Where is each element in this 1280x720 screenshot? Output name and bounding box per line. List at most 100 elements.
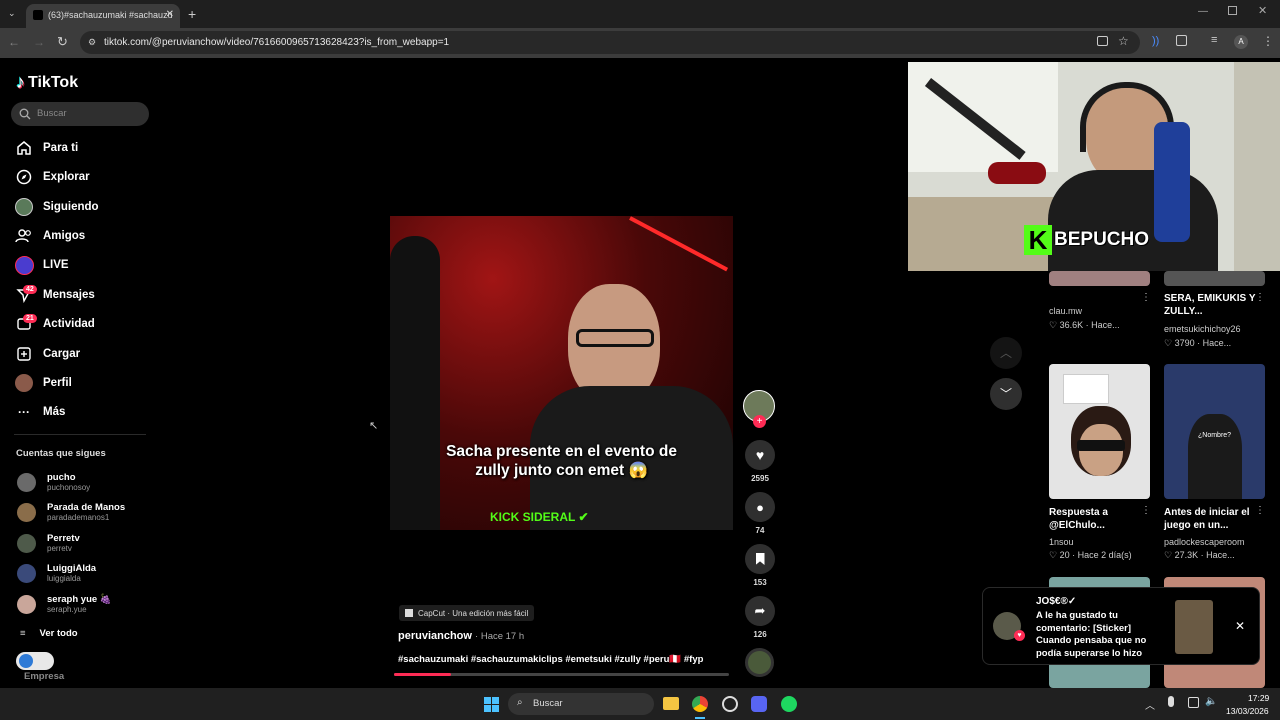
more-options-icon[interactable]: ⋮ (1255, 292, 1265, 303)
next-video-button[interactable]: ﹀ (990, 378, 1022, 410)
recommendation-title[interactable]: Antes de iniciar el juego en un... (1164, 506, 1258, 532)
recommendation-thumbnail[interactable] (1049, 271, 1150, 286)
discord-icon[interactable] (751, 696, 767, 712)
chevron-down-icon: ﹀ (999, 387, 1012, 401)
chrome-icon[interactable] (692, 696, 708, 712)
bookmark-star-icon[interactable]: ☆ (1118, 34, 1129, 48)
share-action[interactable]: ➦ 126 (744, 596, 776, 639)
site-info-icon[interactable]: ⚙ (88, 37, 96, 48)
recommendation-thumbnail[interactable] (1049, 364, 1150, 499)
more-options-icon[interactable]: ⋮ (1255, 505, 1265, 516)
messages-badge: 42 (23, 285, 37, 294)
nav-item-live[interactable]: LIVE (14, 253, 69, 277)
recommendation-author[interactable]: padlockescaperoom (1164, 537, 1245, 547)
nav-item-para-ti[interactable]: Para ti (14, 136, 78, 160)
share-button[interactable]: ➦ (745, 596, 775, 626)
forward-icon[interactable]: → (33, 35, 45, 49)
follow-plus-icon[interactable]: + (753, 415, 766, 428)
browser-tab[interactable]: (63)#sachauzumaki #sachauzu ✕ (26, 4, 180, 28)
tray-app-icon[interactable] (1188, 697, 1199, 708)
profile-avatar-icon[interactable]: A (1234, 35, 1248, 49)
more-options-icon[interactable]: ⋮ (1141, 505, 1151, 516)
close-tab-icon[interactable]: ✕ (166, 9, 174, 20)
nav-item-siguiendo[interactable]: Siguiendo (14, 195, 99, 219)
maximize-button[interactable] (1228, 6, 1237, 15)
following-item[interactable]: pucho puchonosoy (17, 470, 90, 494)
back-icon[interactable]: ← (8, 35, 20, 49)
chair (1154, 122, 1190, 242)
following-name: Parada de Manos (47, 502, 126, 513)
url-bar[interactable]: ⚙ tiktok.com/@peruvianchow/video/7616600… (80, 31, 1140, 54)
spotify-icon[interactable] (781, 696, 797, 712)
watermark-text: KICK SIDERAL (490, 510, 576, 524)
tiktok-logo[interactable]: ♪ TikTok (16, 72, 78, 93)
nav-item-mas[interactable]: ··· Más (14, 400, 65, 424)
nav-label: Mensajes (43, 289, 95, 301)
extension-icon[interactable]: )) (1152, 35, 1159, 47)
taskbar-date[interactable]: 13/03/2026 (1226, 706, 1269, 716)
tab-list-icon[interactable]: ⌄ (8, 8, 20, 20)
video-player[interactable]: Sacha presente en el evento de zully jun… (390, 216, 733, 530)
recommendation-title[interactable]: SERA, EMIKUKIS Y ZULLY... (1164, 292, 1260, 318)
like-action[interactable]: ♥ 2595 (744, 440, 776, 483)
browser-tab-bar: ⌄ (63)#sachauzumaki #sachauzu ✕ + — ✕ (0, 0, 1280, 28)
comment-action[interactable]: ● 74 (744, 492, 776, 535)
file-explorer-icon[interactable] (663, 697, 679, 710)
windows-start-icon[interactable] (484, 697, 499, 712)
save-action[interactable]: 153 (744, 544, 776, 587)
following-item[interactable]: Perretv perretv (17, 531, 80, 555)
obs-icon[interactable] (722, 696, 738, 712)
following-item[interactable]: Parada de Manos paradademanos1 (17, 500, 125, 524)
save-button[interactable] (745, 544, 775, 574)
comment-button[interactable]: ● (745, 492, 775, 522)
capcut-badge[interactable]: CapCut · Una edición más fácil (399, 605, 535, 621)
nav-label: Para ti (43, 142, 79, 154)
search-input[interactable]: Buscar (11, 102, 149, 126)
recommendation-thumbnail[interactable]: ¿Nombre? (1164, 364, 1265, 499)
following-item[interactable]: LuiggiAlda luiggialda (17, 561, 96, 585)
profile-avatar-icon (14, 373, 34, 393)
chevron-up-icon: ︿ (999, 346, 1012, 360)
volume-icon[interactable]: 🔈 (1205, 696, 1217, 707)
microphone-icon[interactable] (1168, 696, 1174, 707)
nav-item-cargar[interactable]: Cargar (14, 342, 80, 366)
logo-text: TikTok (28, 73, 79, 91)
recommendation-author[interactable]: 1nsou (1049, 537, 1074, 547)
recommendation-meta: ♡ 27.3K · Hace... (1164, 550, 1235, 560)
previous-video-button[interactable]: ︿ (990, 337, 1022, 369)
nav-item-perfil[interactable]: Perfil (14, 371, 72, 395)
see-all-link[interactable]: ≡ Ver todo (20, 628, 78, 639)
close-icon[interactable]: ✕ (1235, 619, 1245, 633)
close-window-button[interactable]: ✕ (1258, 4, 1267, 17)
video-progress-track[interactable] (394, 673, 729, 676)
recommendation-title[interactable]: Respuesta a @ElChulo... (1049, 506, 1141, 532)
puzzle-icon[interactable] (1176, 35, 1187, 46)
kick-logo-icon: K (1024, 225, 1052, 255)
business-label[interactable]: Empresa (24, 671, 64, 682)
notification-toast[interactable]: ♥ JO$€®✓ A le ha gustado tu comentario: … (982, 587, 1260, 665)
taskbar-search[interactable]: ⌕ Buscar (508, 693, 654, 715)
more-options-icon[interactable]: ⋮ (1141, 292, 1151, 303)
install-app-icon[interactable] (1097, 36, 1108, 46)
like-button[interactable]: ♥ (745, 440, 775, 470)
avatar (17, 472, 36, 492)
reading-list-icon[interactable]: ≡ (1211, 34, 1217, 46)
upload-icon (14, 344, 34, 364)
nav-item-explorar[interactable]: Explorar (14, 165, 90, 189)
music-disc-icon[interactable] (745, 648, 774, 677)
video-author[interactable]: peruvianchow (398, 630, 472, 642)
recommendation-author[interactable]: emetsukichichoy26 (1164, 324, 1241, 334)
theme-toggle[interactable] (16, 652, 54, 670)
browser-menu-icon[interactable]: ⋮ (1262, 34, 1274, 48)
taskbar-time[interactable]: 17:29 (1248, 693, 1269, 703)
nav-item-amigos[interactable]: Amigos (14, 224, 85, 248)
recommendation-thumbnail[interactable] (1164, 271, 1265, 286)
recommendation-author[interactable]: clau.mw (1049, 306, 1082, 316)
search-placeholder: Buscar (37, 108, 67, 119)
minimize-button[interactable]: — (1198, 6, 1208, 17)
following-item[interactable]: seraph yue 🍇 seraph.yue (17, 592, 112, 616)
video-hashtags[interactable]: #sachauzumaki #sachauzumakiclips #emetsu… (398, 654, 703, 665)
reload-icon[interactable]: ↻ (57, 34, 68, 50)
chevron-up-icon[interactable]: ︿ (1145, 697, 1155, 712)
new-tab-button[interactable]: + (188, 6, 196, 22)
